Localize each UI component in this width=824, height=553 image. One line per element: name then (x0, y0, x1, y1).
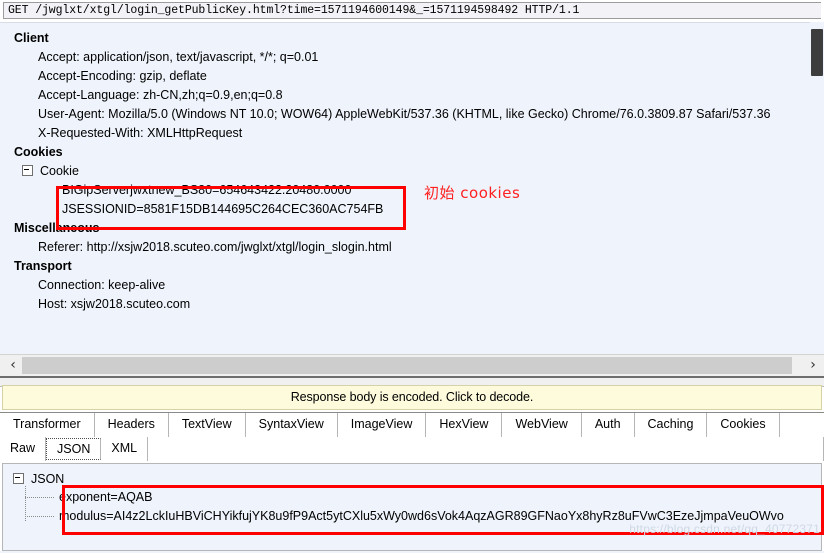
headers-horizontal-scrollbar[interactable]: ‹ › (0, 354, 824, 377)
watermark-text: https://blog.csdn.net/qq_40772371 (629, 522, 820, 536)
tree-connector-lines (25, 486, 59, 528)
request-headers-pane[interactable]: Client Accept: application/json, text/ja… (0, 22, 824, 355)
request-line-bar: GET /jwglxt/xtgl/login_getPublicKey.html… (0, 0, 824, 22)
tab-hexview[interactable]: HexView (426, 413, 503, 437)
cookie-tree-node[interactable]: Cookie (0, 162, 824, 181)
header-accept[interactable]: Accept: application/json, text/javascrip… (0, 48, 824, 67)
header-accept-encoding[interactable]: Accept-Encoding: gzip, deflate (0, 67, 824, 86)
response-inspector-tabs: Transformer Headers TextView SyntaxView … (0, 412, 824, 437)
subtab-strip-filler (148, 437, 824, 461)
horizontal-scroll-thumb[interactable] (22, 357, 792, 374)
vertical-scroll-thumb[interactable] (811, 29, 823, 76)
tab-transformer[interactable]: Transformer (0, 413, 95, 437)
tab-headers[interactable]: Headers (94, 413, 169, 437)
subtab-json[interactable]: JSON (46, 438, 102, 460)
subtab-xml[interactable]: XML (101, 437, 149, 461)
header-group-client: Client (14, 31, 49, 45)
scroll-right-arrow-icon[interactable]: › (804, 355, 822, 376)
header-host[interactable]: Host: xsjw2018.scuteo.com (0, 295, 824, 314)
header-x-requested-with[interactable]: X-Requested-With: XMLHttpRequest (0, 124, 824, 143)
collapse-minus-icon[interactable] (13, 473, 24, 485)
request-line-text[interactable]: GET /jwglxt/xtgl/login_getPublicKey.html… (3, 2, 821, 19)
json-entry-exponent[interactable]: exponent=AQAB (59, 488, 152, 507)
json-tree-pane[interactable]: JSON exponent=AQAB modulus=AI4z2LckIuHBV… (2, 463, 822, 551)
header-group-miscellaneous: Miscellaneous (14, 221, 100, 235)
transformer-subtabs: Raw JSON XML (0, 437, 824, 461)
cookie-value-jsessionid[interactable]: JSESSIONID=8581F15DB144695C264CEC360AC75… (0, 200, 824, 219)
tab-webview[interactable]: WebView (502, 413, 582, 437)
annotation-label-cookies: 初始 cookies (424, 184, 521, 202)
tab-syntaxview[interactable]: SyntaxView (245, 413, 338, 437)
response-encoded-notice[interactable]: Response body is encoded. Click to decod… (2, 385, 822, 410)
cookie-node-label: Cookie (40, 164, 79, 178)
tab-caching[interactable]: Caching (634, 413, 708, 437)
tab-cookies[interactable]: Cookies (707, 413, 780, 437)
collapse-minus-icon[interactable] (22, 165, 33, 177)
tab-textview[interactable]: TextView (168, 413, 246, 437)
tab-auth[interactable]: Auth (581, 413, 635, 437)
cookie-value-bigip[interactable]: BIGipServerjwxtnew_BS80=654643422.20480.… (0, 181, 824, 200)
json-root-label: JSON (31, 472, 65, 486)
header-referer[interactable]: Referer: http://xsjw2018.scuteo.com/jwgl… (0, 238, 824, 257)
header-accept-language[interactable]: Accept-Language: zh-CN,zh;q=0.9,en;q=0.8 (0, 86, 824, 105)
header-user-agent[interactable]: User-Agent: Mozilla/5.0 (Windows NT 10.0… (0, 105, 824, 124)
header-connection[interactable]: Connection: keep-alive (0, 276, 824, 295)
header-group-transport: Transport (14, 259, 72, 273)
subtab-raw[interactable]: Raw (0, 437, 47, 461)
headers-vertical-scrollbar[interactable] (810, 22, 824, 354)
header-group-cookies: Cookies (14, 145, 63, 159)
tab-imageview[interactable]: ImageView (337, 413, 427, 437)
scroll-left-arrow-icon[interactable]: ‹ (4, 355, 22, 376)
